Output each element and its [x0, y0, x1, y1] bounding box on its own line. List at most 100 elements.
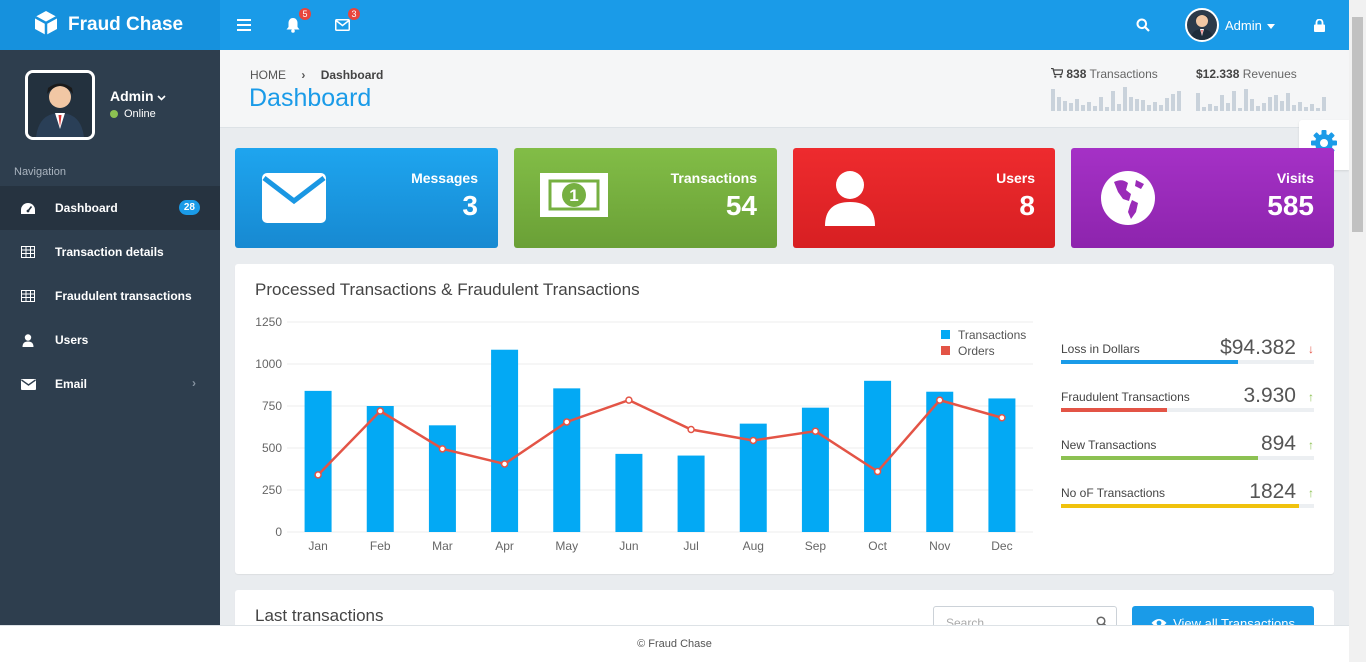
legend-swatch [941, 346, 950, 355]
kpi-progress [1061, 504, 1314, 508]
kpi-new-transactions: New Transactions 894 ↑ [1061, 420, 1314, 460]
tile-value: 54 [725, 190, 757, 221]
x-tick-label: Jun [619, 539, 638, 553]
header-stat-transactions: 838 Transactions [1051, 67, 1158, 81]
y-tick-label: 0 [275, 525, 282, 539]
svg-text:1: 1 [569, 186, 578, 205]
x-tick-label: Sep [805, 539, 827, 553]
point-orders [687, 425, 695, 434]
status-dot-icon [110, 110, 118, 118]
kpi-progress [1061, 456, 1314, 460]
legend-label: Orders [958, 344, 995, 358]
page-scrollbar[interactable] [1349, 0, 1366, 662]
point-orders [811, 427, 820, 435]
kpi-loss-in-dollars: Loss in Dollars $94.382 ↓ [1061, 324, 1314, 364]
kpi-progress [1061, 360, 1314, 364]
kpi-value: 3.930 [1243, 384, 1296, 407]
y-tick-label: 500 [262, 441, 282, 455]
tile-label: Transactions [670, 170, 757, 186]
point-orders [314, 471, 322, 479]
bell-icon[interactable]: 5 [283, 8, 311, 35]
bar-transactions [801, 407, 829, 532]
x-tick-label: Apr [495, 539, 514, 553]
x-tick-label: Dec [991, 539, 1012, 553]
kpi-value: $94.382 [1220, 336, 1296, 359]
x-tick-label: Jul [683, 539, 698, 553]
sidebar-item-label: Fraudulent transactions [55, 289, 192, 303]
envelope-icon[interactable]: 3 [332, 8, 360, 35]
point-orders [873, 467, 882, 476]
x-tick-label: Nov [929, 539, 950, 553]
profile-name[interactable]: Admin [110, 88, 167, 104]
lock-icon[interactable] [1309, 15, 1329, 35]
chevron-right-icon: › [192, 376, 196, 390]
sidebar-nav: Dashboard 28 Transaction details Fraudul… [0, 186, 220, 406]
sidebar-item-dashboard[interactable]: Dashboard 28 [0, 186, 220, 230]
sparkline-revenues [1196, 87, 1328, 111]
kpi-label: No oF Transactions [1061, 486, 1166, 500]
sidebar-item-label: Transaction details [55, 245, 164, 259]
bar-transactions [491, 349, 519, 532]
legend-swatch [941, 330, 950, 339]
sidebar-item-users[interactable]: Users [0, 318, 220, 362]
breadcrumb-home[interactable]: HOME [250, 68, 286, 82]
y-tick-label: 1250 [255, 315, 282, 329]
tile-value: 3 [462, 190, 478, 221]
x-tick-label: May [555, 539, 578, 553]
kpi-fraudulent-transactions: Fraudulent Transactions 3.930 ↑ [1061, 372, 1314, 412]
kpi-value: 1824 [1249, 480, 1296, 503]
kpi-label: New Transactions [1061, 438, 1157, 452]
tile-users[interactable]: Users 8 [793, 148, 1055, 248]
sparkline-transactions [1051, 87, 1183, 111]
brand-name: Fraud Chase [68, 14, 184, 35]
sidebar-item-label: Dashboard [55, 201, 118, 215]
caret-down-icon [1266, 16, 1275, 34]
envelope-icon [20, 376, 36, 392]
bar-transactions [615, 453, 643, 532]
point-orders [563, 418, 571, 426]
point-orders [998, 414, 1006, 422]
header-stat-revenues: $12.338 Revenues [1196, 67, 1297, 81]
page-header: HOME › Dashboard Dashboard 838 Transacti… [220, 50, 1349, 128]
chevron-down-icon [157, 88, 167, 104]
online-status: Online [110, 108, 156, 120]
arrow-up-icon: ↑ [1308, 486, 1314, 500]
y-tick-label: 1000 [255, 357, 282, 371]
user-menu[interactable]: Admin [1185, 8, 1275, 42]
sidebar: Admin Online Navigation Dashboard 28 Tra… [0, 50, 220, 625]
table-icon [20, 288, 36, 304]
kpi-label: Fraudulent Transactions [1061, 390, 1190, 404]
dashboard-count-badge: 28 [178, 200, 200, 215]
arrow-up-icon: ↑ [1308, 390, 1314, 404]
arrow-up-icon: ↑ [1308, 438, 1314, 452]
sidebar-item-fraudulent-transactions[interactable]: Fraudulent transactions [0, 274, 220, 318]
scrollbar-thumb[interactable] [1352, 17, 1363, 232]
tile-messages[interactable]: Messages 3 [235, 148, 498, 248]
footer: © Fraud Chase [0, 625, 1349, 662]
last-transactions-title: Last transactions [255, 606, 384, 625]
search-icon[interactable] [1133, 15, 1153, 35]
line-orders [317, 398, 1003, 476]
money-icon: 1 [539, 170, 609, 225]
top-navbar: Fraud Chase 5 3 Admin [0, 0, 1349, 50]
avatar [1185, 8, 1219, 42]
footer-text: © Fraud Chase [637, 638, 712, 650]
tile-label: Users [996, 170, 1035, 186]
user-icon [20, 332, 36, 348]
sidebar-item-email[interactable]: Email › [0, 362, 220, 406]
page-title: Dashboard [249, 84, 372, 112]
tile-transactions[interactable]: 1 Transactions 54 [514, 148, 777, 248]
tile-visits[interactable]: Visits 585 [1071, 148, 1334, 248]
sidebar-item-transaction-details[interactable]: Transaction details [0, 230, 220, 274]
bar-transactions [428, 425, 456, 532]
tile-label: Messages [411, 170, 478, 186]
brand[interactable]: Fraud Chase [0, 0, 220, 50]
tile-label: Visits [1276, 170, 1314, 186]
profile-avatar [25, 70, 95, 140]
kpi-value: 894 [1260, 432, 1296, 455]
menu-toggle-icon[interactable] [234, 15, 254, 35]
user-icon [823, 170, 877, 231]
messages-badge: 3 [348, 8, 360, 20]
bar-transactions [553, 388, 581, 532]
breadcrumb-separator-icon: › [301, 68, 306, 82]
